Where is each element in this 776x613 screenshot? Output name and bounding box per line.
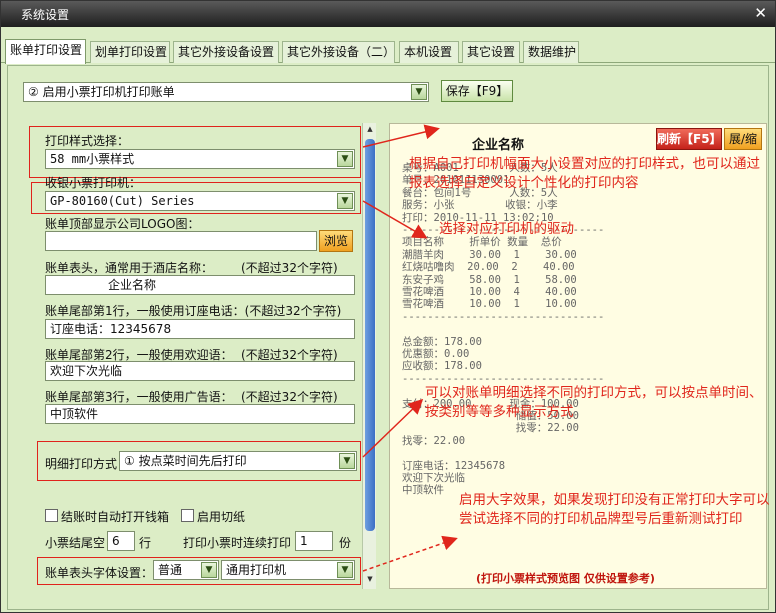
arrow-font xyxy=(362,535,458,572)
annotation-printer: 选择对应打印机的驱动 xyxy=(439,221,574,237)
annotation-detail: 可以对账单明细选择不同的打印方式，可以按点单时间、按类别等等多种显示方式 xyxy=(425,385,763,420)
arrow-printer xyxy=(362,200,428,239)
settings-window: 系统设置 ✕ 账单打印设置 划单打印设置 其它外接设备设置 其它外接设备（二） … xyxy=(0,0,776,613)
arrow-style xyxy=(362,124,440,148)
arrow-detail xyxy=(362,398,424,458)
annotation-font: 启用大字效果，如果发现打印没有正常打印大字可以尝试选择不同的打印机品牌型号后重新… xyxy=(459,492,770,527)
annotation-style: 根据自己打印机幅面大小设置对应的打印样式，也可以通过报表选择自定义设计个性化的打… xyxy=(409,156,760,191)
